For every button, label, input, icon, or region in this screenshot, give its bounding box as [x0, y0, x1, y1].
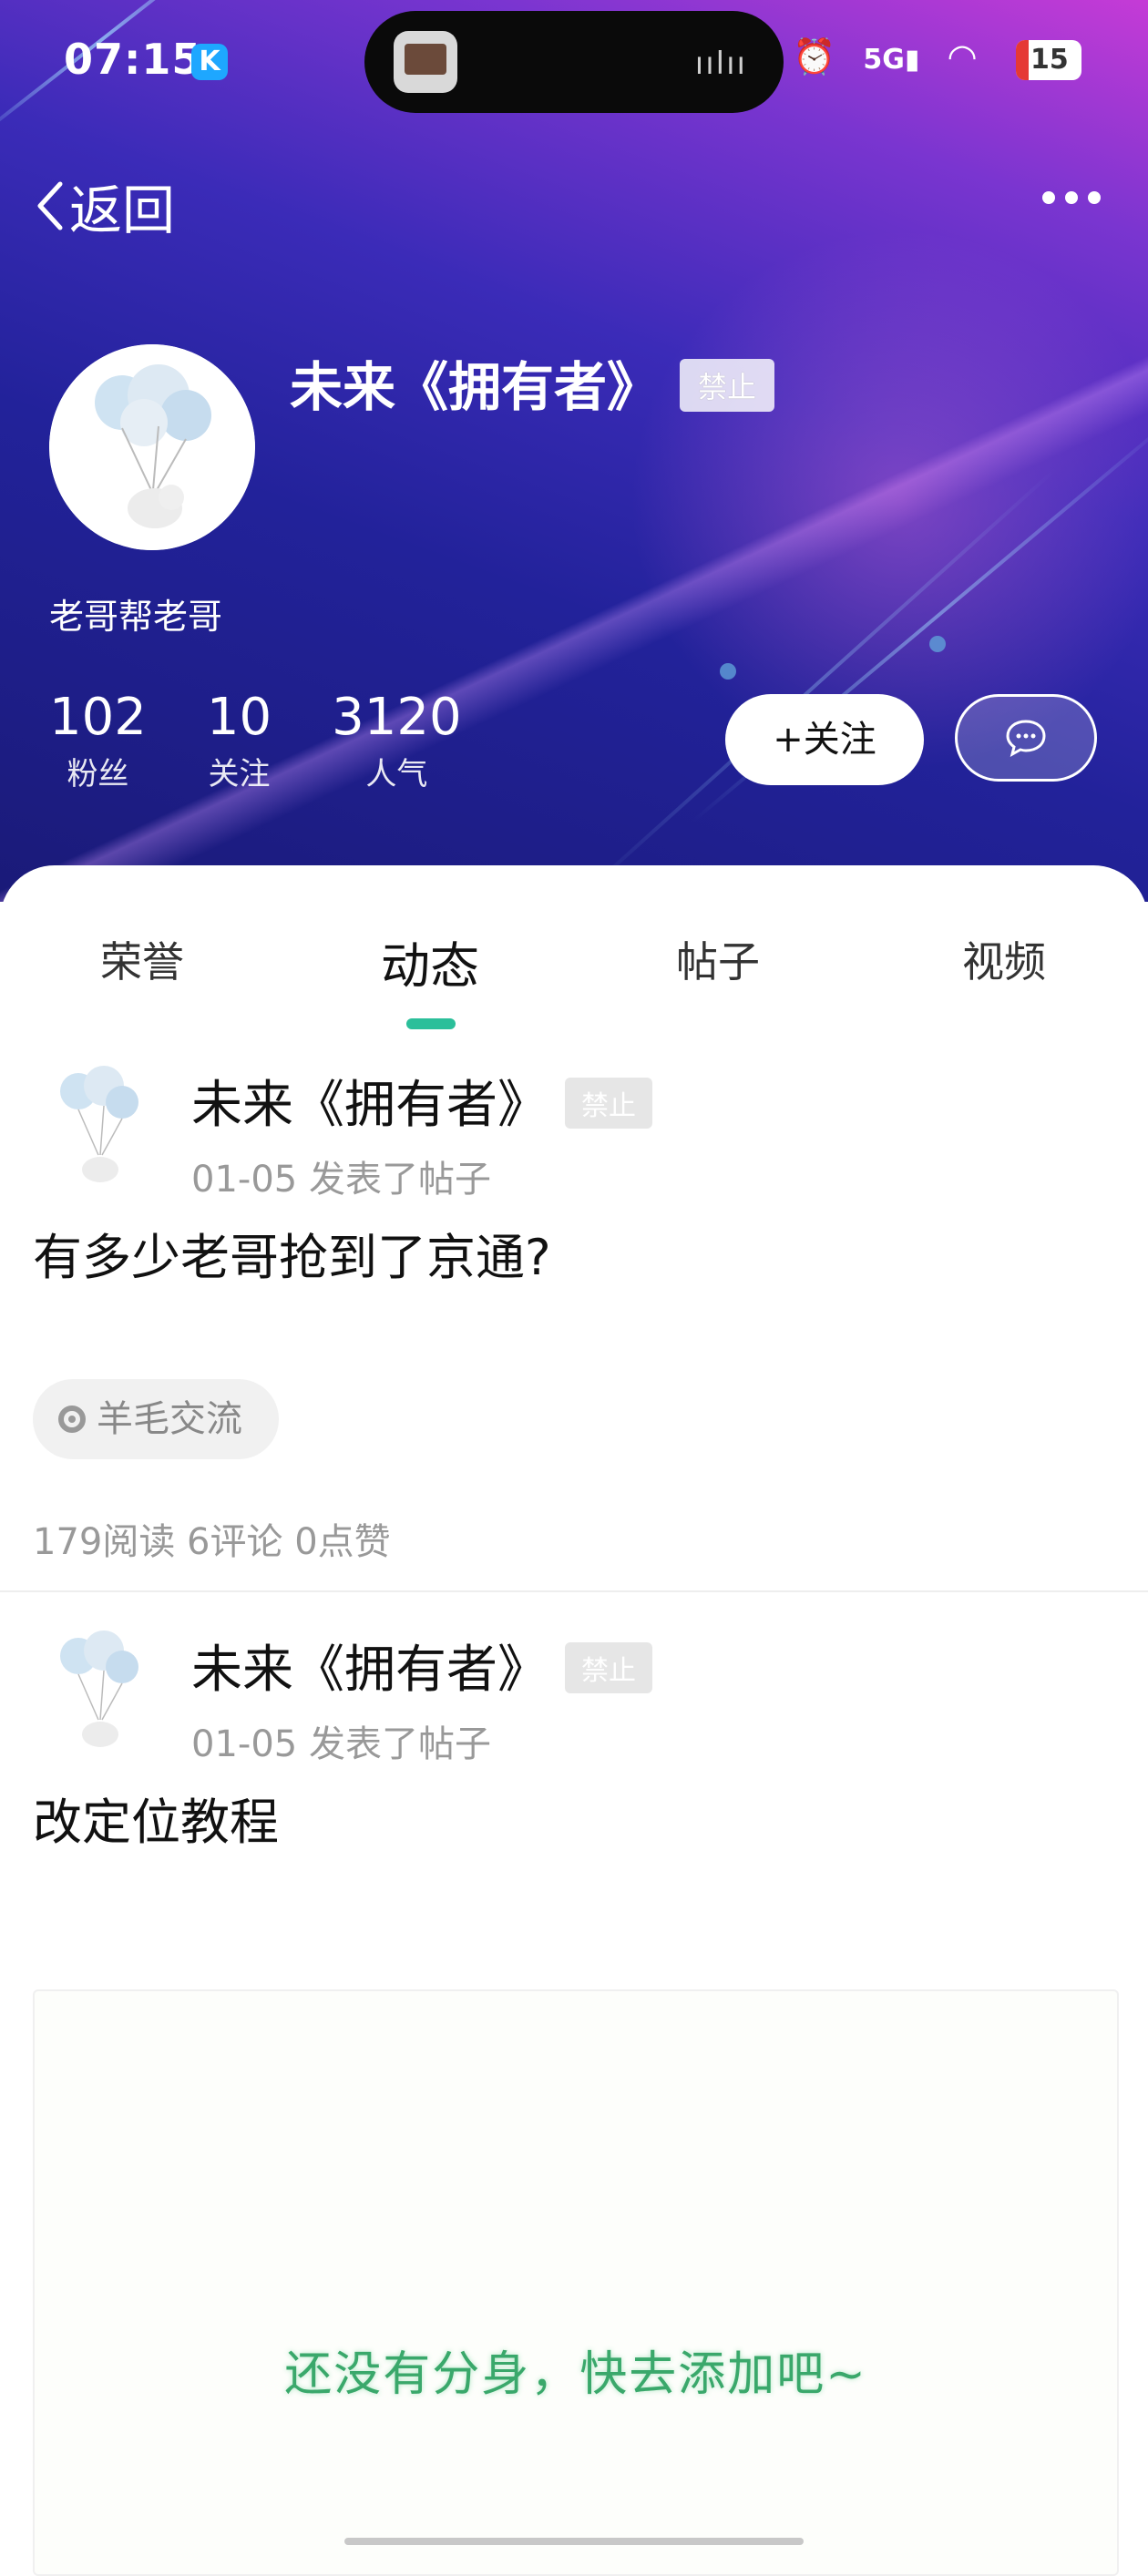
tab-posts[interactable]: 帖子 — [676, 929, 760, 989]
post-image-preview[interactable]: 还没有分身，快去添加吧~ — [33, 1989, 1119, 2576]
preview-caption: 还没有分身，快去添加吧~ — [284, 2347, 867, 2402]
banner-dot — [720, 663, 736, 680]
chevron-left-icon — [37, 181, 63, 230]
stat-popularity: 3120 人气 — [332, 688, 462, 793]
follow-button[interactable]: +关注 — [725, 694, 924, 785]
tab-honor[interactable]: 荣誉 — [100, 929, 184, 989]
post-author-avatar[interactable] — [49, 1064, 149, 1191]
profile-stats: 102 粉丝 10 关注 3120 人气 — [49, 689, 522, 793]
alarm-icon: ⏰ — [793, 36, 836, 77]
signal-icon: 5G▮ — [863, 44, 920, 76]
profile-subtitle: 老哥帮老哥 — [49, 597, 223, 637]
back-button[interactable]: 返回 — [33, 168, 175, 244]
topic-icon — [58, 1406, 86, 1433]
profile-banner: 07:15 K ıılıı ⏰ 5G▮ ◠ 15 返回 未来《拥有者》 禁止 老… — [0, 0, 1148, 902]
avatar[interactable] — [49, 344, 255, 550]
profile-nickname: 未来《拥有者》 禁止 — [290, 344, 775, 421]
post-title[interactable]: 改定位教程 — [33, 1782, 279, 1854]
status-time: 07:15 — [64, 35, 202, 84]
divider — [0, 1590, 1148, 1592]
ban-badge: 禁止 — [680, 358, 775, 412]
post-author-name[interactable]: 未来《拥有者》 禁止 — [191, 1064, 652, 1138]
tab-activity[interactable]: 动态 — [381, 925, 479, 997]
post-meta: 01-05 发表了帖子 — [191, 1159, 491, 1201]
app-notification-icon: K — [191, 44, 228, 80]
ban-badge: 禁止 — [565, 1641, 652, 1693]
battery-icon: 15 — [1016, 40, 1081, 80]
message-button[interactable] — [955, 694, 1097, 782]
banner-dot — [929, 636, 946, 652]
dynamic-island[interactable]: ıılıı — [364, 11, 784, 113]
tab-bar: 荣誉 动态 帖子 视频 — [0, 929, 1148, 1011]
audio-wave-icon: ıılıı — [694, 46, 747, 82]
home-indicator[interactable] — [344, 2538, 804, 2545]
balloon-elephant-icon — [49, 344, 255, 550]
post-author-name[interactable]: 未来《拥有者》 禁止 — [191, 1629, 652, 1702]
media-thumbnail — [394, 31, 457, 93]
tab-videos[interactable]: 视频 — [962, 929, 1046, 989]
post-title[interactable]: 有多少老哥抢到了京通? — [33, 1217, 551, 1289]
wifi-icon: ◠ — [947, 36, 978, 77]
stat-fans[interactable]: 102 粉丝 — [49, 689, 147, 793]
post-author-avatar[interactable] — [49, 1629, 149, 1756]
more-options-icon[interactable] — [1042, 191, 1101, 208]
ban-badge: 禁止 — [565, 1077, 652, 1129]
chat-bubble-icon — [1006, 720, 1046, 757]
status-bar: 07:15 K ıılıı ⏰ 5G▮ ◠ 15 — [0, 0, 1148, 124]
battery-level: 15 — [1030, 44, 1069, 76]
topic-chip[interactable]: 羊毛交流 — [33, 1379, 279, 1459]
status-icons: ⏰ 5G▮ ◠ — [793, 36, 994, 77]
active-tab-indicator — [406, 1018, 456, 1029]
back-label: 返回 — [69, 179, 176, 241]
stat-following[interactable]: 10 关注 — [207, 689, 272, 793]
post-meta: 01-05 发表了帖子 — [191, 1723, 491, 1765]
post-stats: 179阅读 6评论 0点赞 — [33, 1521, 391, 1563]
